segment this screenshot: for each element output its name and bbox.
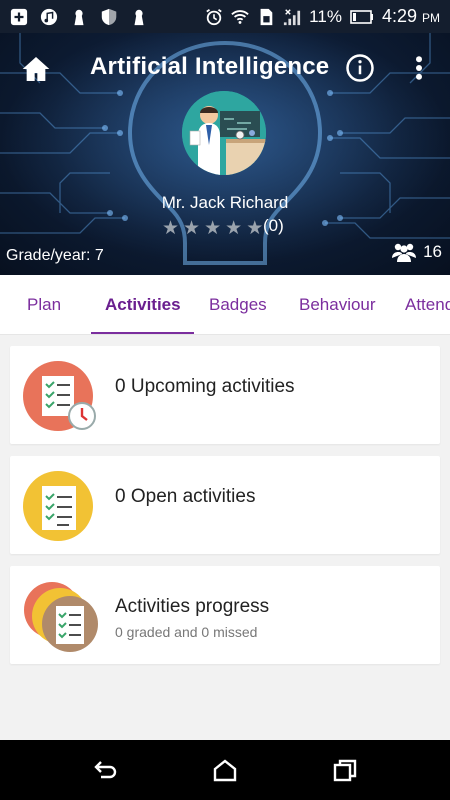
tab-plan[interactable]: Plan bbox=[27, 275, 61, 334]
rating-count: (0) bbox=[263, 216, 284, 235]
star-icon: ★ bbox=[204, 218, 222, 239]
star-icon: ★ bbox=[246, 218, 264, 239]
star-icon: ★ bbox=[162, 218, 180, 239]
keyhole-icon bbox=[74, 9, 84, 25]
battery-icon bbox=[350, 9, 373, 24]
open-activities-card[interactable]: 0 Open activities bbox=[10, 456, 440, 554]
grade-label: Grade/year: 7 bbox=[6, 247, 104, 264]
status-bar: 11% 4:29 PM bbox=[0, 0, 450, 33]
students-icon bbox=[392, 243, 417, 262]
shield-icon bbox=[101, 8, 117, 25]
keyhole-icon bbox=[134, 9, 144, 25]
course-header: Artificial Intelligence Mr. Jack Richard… bbox=[0, 33, 450, 275]
more-options-icon[interactable] bbox=[406, 53, 432, 83]
signal-icon bbox=[284, 8, 301, 25]
open-activities-title: 0 Open activities bbox=[115, 486, 256, 507]
activities-progress-title: Activities progress bbox=[115, 596, 270, 617]
sim-icon bbox=[260, 8, 273, 25]
star-icon: ★ bbox=[183, 218, 201, 239]
teacher-name: Mr. Jack Richard bbox=[161, 193, 289, 212]
clock: 4:29 PM bbox=[381, 6, 440, 26]
activities-progress-icon bbox=[22, 580, 98, 656]
battery-percent: 11% bbox=[309, 6, 342, 26]
open-activities-icon bbox=[22, 470, 98, 546]
upcoming-activities-icon bbox=[22, 360, 98, 436]
rating-stars[interactable]: ★ ★ ★ ★ ★ bbox=[162, 217, 263, 240]
tab-bar: Plan Activities Badges Behaviour Attenda… bbox=[0, 275, 450, 335]
home-icon[interactable] bbox=[20, 53, 52, 85]
star-icon: ★ bbox=[225, 218, 243, 239]
upcoming-activities-title: 0 Upcoming activities bbox=[115, 376, 295, 397]
recent-apps-icon[interactable] bbox=[332, 758, 358, 782]
back-icon[interactable] bbox=[92, 758, 118, 782]
teacher-avatar bbox=[182, 91, 266, 175]
add-icon bbox=[10, 8, 28, 25]
tab-behaviour[interactable]: Behaviour bbox=[299, 275, 376, 334]
upcoming-activities-card[interactable]: 0 Upcoming activities bbox=[10, 346, 440, 444]
activities-progress-card[interactable]: Activities progress 0 graded and 0 misse… bbox=[10, 566, 440, 664]
home-nav-icon[interactable] bbox=[212, 758, 238, 782]
tab-activities[interactable]: Activities bbox=[105, 275, 181, 334]
tab-badges[interactable]: Badges bbox=[209, 275, 267, 334]
info-icon[interactable] bbox=[345, 53, 375, 83]
course-title: Artificial Intelligence bbox=[90, 53, 330, 80]
system-navigation-bar bbox=[0, 740, 450, 800]
activities-progress-subtitle: 0 graded and 0 missed bbox=[115, 624, 258, 640]
student-count[interactable]: 16 bbox=[391, 242, 442, 262]
music-icon bbox=[40, 8, 58, 25]
active-tab-indicator bbox=[91, 332, 194, 334]
alarm-icon bbox=[206, 8, 222, 25]
wifi-icon bbox=[231, 9, 249, 24]
tab-attendance[interactable]: Attendance bbox=[405, 275, 450, 334]
